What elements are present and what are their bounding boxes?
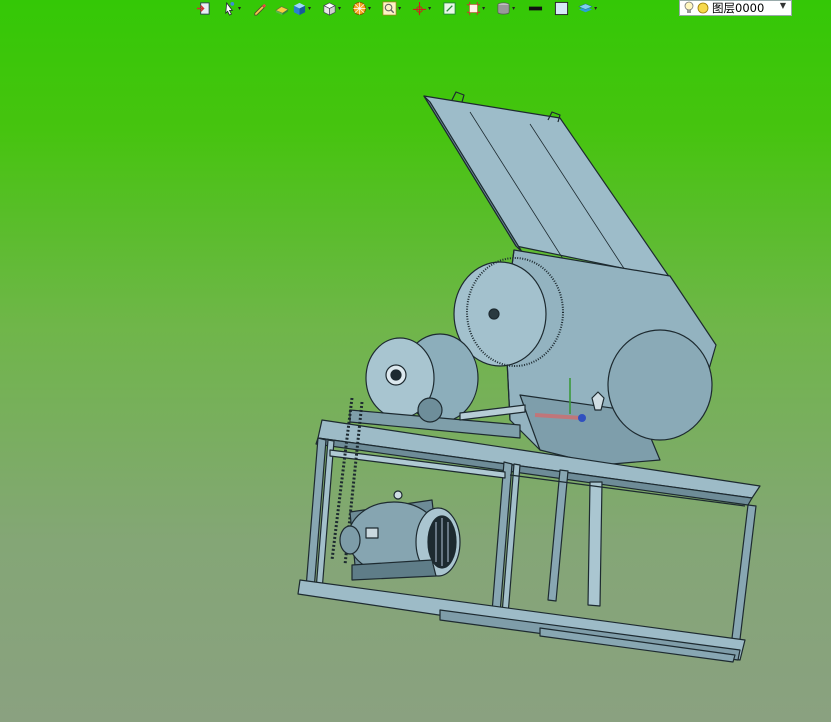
sun-icon bbox=[697, 2, 709, 14]
layer-dropdown[interactable]: 图层0000 ▼ bbox=[679, 0, 792, 16]
pointer-button[interactable]: ▾ bbox=[222, 1, 241, 17]
view-cube-button[interactable]: ▾ bbox=[322, 1, 341, 17]
chevron-down-icon[interactable]: ▾ bbox=[338, 1, 341, 17]
lightbulb-icon bbox=[684, 1, 694, 13]
pen-button[interactable] bbox=[252, 1, 267, 17]
line-style-icon bbox=[529, 6, 543, 11]
chevron-down-icon[interactable]: ▾ bbox=[368, 1, 371, 17]
color-swatch-icon bbox=[555, 1, 569, 16]
import-icon bbox=[196, 2, 210, 15]
zoom-view-button[interactable]: ▾ bbox=[382, 1, 401, 17]
pointer-icon bbox=[225, 1, 235, 16]
snap-grid-button[interactable] bbox=[442, 1, 457, 17]
hopper-lid bbox=[423, 91, 671, 279]
chevron-down-icon[interactable]: ▾ bbox=[482, 1, 485, 17]
extrude-button[interactable] bbox=[274, 1, 289, 17]
electric-motor bbox=[339, 490, 461, 581]
color-swatch-button[interactable] bbox=[554, 1, 569, 17]
render-sphere-button[interactable]: ▾ bbox=[352, 1, 371, 17]
import-button[interactable] bbox=[196, 1, 211, 17]
render-sphere-icon bbox=[353, 2, 367, 15]
3d-viewport[interactable] bbox=[0, 18, 831, 722]
chevron-down-icon[interactable]: ▾ bbox=[428, 1, 431, 17]
chevron-down-icon[interactable]: ▾ bbox=[238, 1, 241, 17]
box-solid-button[interactable]: ▾ bbox=[292, 1, 311, 17]
layer-name: 图层0000 bbox=[712, 1, 765, 15]
cylinder-icon bbox=[497, 2, 510, 15]
crusher-machine-model[interactable] bbox=[0, 18, 831, 722]
cylinder-button[interactable]: ▾ bbox=[496, 1, 515, 17]
snap-grid-icon bbox=[443, 2, 456, 15]
pen-icon bbox=[254, 3, 267, 16]
zoom-view-icon bbox=[382, 1, 397, 16]
layers-icon bbox=[578, 3, 593, 13]
chevron-down-icon[interactable]: ▾ bbox=[594, 1, 597, 17]
box-solid-icon bbox=[293, 2, 306, 16]
frame-icon bbox=[467, 1, 481, 16]
axis-triad-button[interactable]: ▾ bbox=[412, 1, 431, 17]
frame-button[interactable]: ▾ bbox=[466, 1, 485, 17]
line-style-button[interactable] bbox=[528, 1, 543, 17]
view-cube-icon bbox=[323, 2, 336, 16]
chevron-down-icon[interactable]: ▾ bbox=[512, 1, 515, 17]
layers-button[interactable]: ▾ bbox=[578, 1, 597, 17]
extrude-icon bbox=[275, 6, 289, 16]
axis-triad-icon bbox=[413, 1, 427, 16]
chevron-down-icon: ▼ bbox=[779, 1, 786, 10]
chevron-down-icon[interactable]: ▾ bbox=[398, 1, 401, 17]
chevron-down-icon[interactable]: ▾ bbox=[308, 1, 311, 17]
